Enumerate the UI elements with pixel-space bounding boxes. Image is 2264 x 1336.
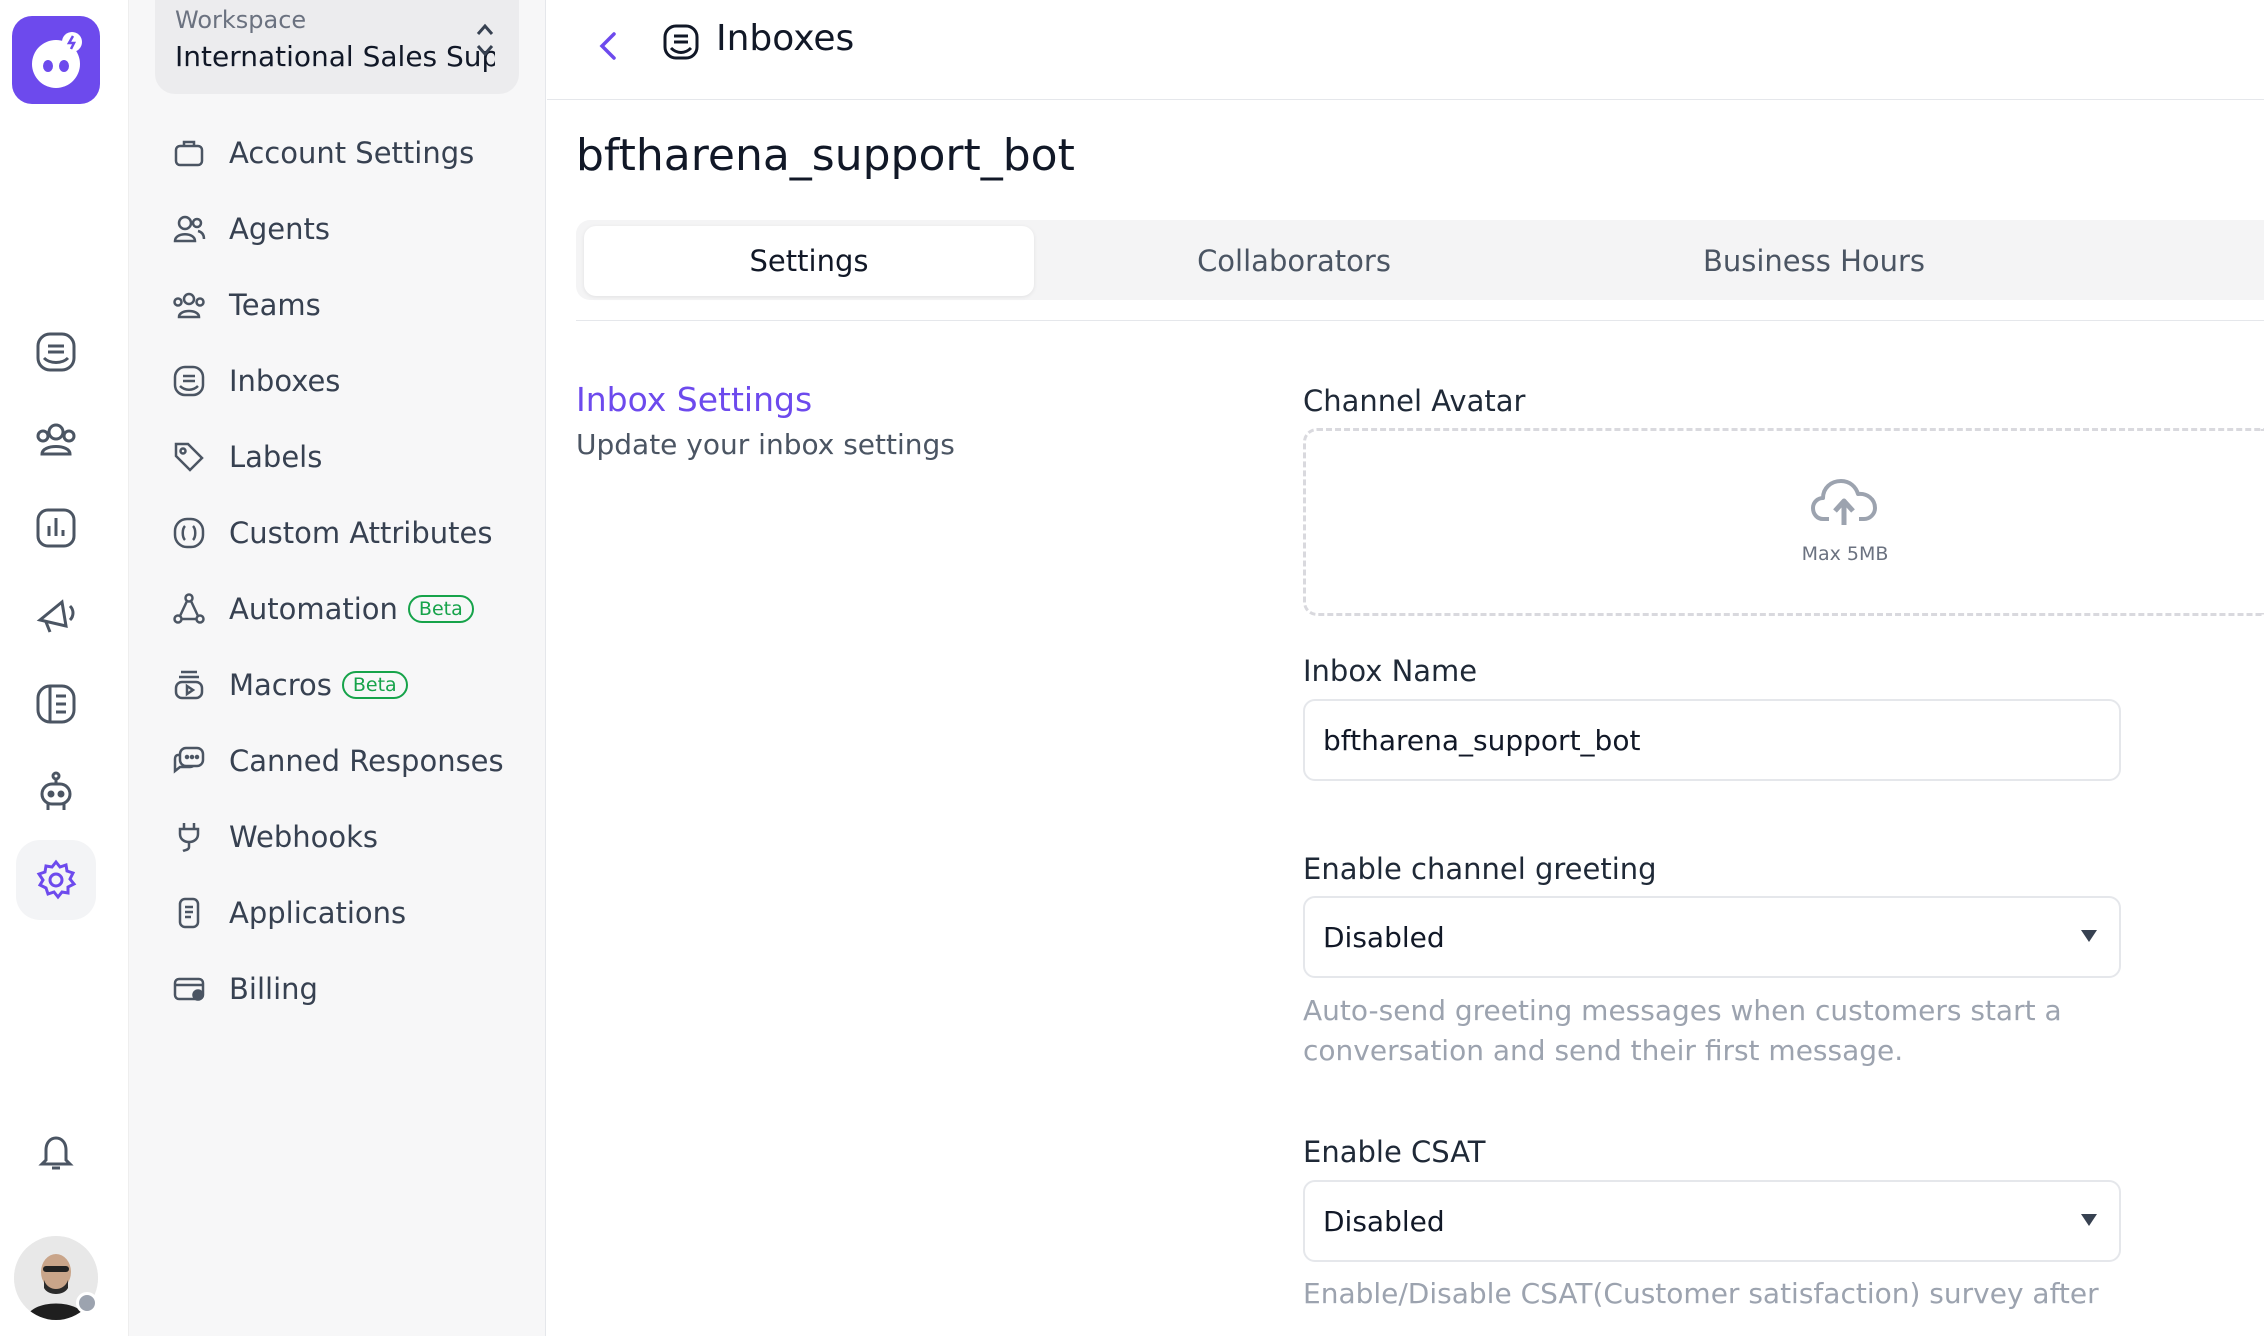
tab-business-hours[interactable]: Business Hours (1554, 226, 2074, 296)
beta-badge: Beta (407, 595, 474, 623)
section-title: Inbox Settings (576, 380, 813, 419)
sidebar-item-label: Labels (229, 440, 323, 474)
sidebar-item-macros[interactable]: Macros Beta (155, 652, 519, 718)
avatar-upload-dropzone[interactable]: Max 5MB (1303, 428, 2264, 616)
sidebar-item-label: Canned Responses (229, 744, 504, 778)
notification-bell-icon[interactable] (16, 1112, 96, 1192)
people-icon (173, 215, 206, 243)
sidebar-item-label: Inboxes (229, 364, 341, 398)
tab-bar: Settings Collaborators Business Hours (576, 220, 2264, 300)
channel-greeting-select[interactable]: Disabled (1303, 896, 2121, 978)
bot-icon[interactable] (16, 752, 96, 832)
chat-bubbles-icon (173, 746, 205, 774)
sidebar-item-label: Teams (229, 288, 321, 322)
phone-app-icon (178, 897, 200, 929)
header-title: Inboxes (716, 18, 855, 59)
attribute-icon (173, 517, 205, 549)
conversations-icon[interactable] (16, 312, 96, 392)
sidebar-item-label: Webhooks (229, 820, 378, 854)
wallet-icon (173, 977, 205, 1001)
sidebar-item-labels[interactable]: Labels (155, 424, 519, 490)
dropdown-caret-icon (2081, 1214, 2097, 1226)
tag-icon (174, 442, 204, 472)
sidebar-item-label: Agents (229, 212, 330, 246)
sidebar-item-label: Applications (229, 896, 407, 930)
csat-label: Enable CSAT (1303, 1135, 1486, 1169)
sidebar-item-label: Macros (229, 668, 332, 702)
inbox-name-input[interactable]: bftharena_support_bot (1303, 699, 2121, 781)
reports-icon[interactable] (16, 488, 96, 568)
briefcase-icon (174, 140, 204, 167)
dropdown-caret-icon (2081, 930, 2097, 942)
page-title: bftharena_support_bot (576, 130, 1075, 181)
switch-arrows-icon[interactable] (473, 20, 497, 60)
workspace-switcher[interactable]: Workspace International Sales Sup... (155, 0, 519, 94)
tab-settings[interactable]: Settings (584, 226, 1034, 296)
sidebar-item-label: Custom Attributes (229, 516, 493, 550)
presence-status-dot (76, 1292, 98, 1314)
channel-avatar-label: Channel Avatar (1303, 384, 1526, 418)
app-logo-icon[interactable] (12, 16, 100, 104)
plug-icon (178, 823, 200, 853)
contacts-icon[interactable] (16, 400, 96, 480)
page-header: Inboxes (547, 0, 2264, 100)
sidebar-item-agents[interactable]: Agents (155, 196, 519, 262)
sidebar-item-label: Automation (229, 592, 398, 626)
csat-select[interactable]: Disabled (1303, 1180, 2121, 1262)
sidebar-item-automation[interactable]: Automation Beta (155, 576, 519, 642)
inbox-icon (663, 24, 699, 60)
tabs-divider (576, 320, 2264, 321)
cloud-upload-icon (1811, 479, 1877, 525)
sidebar-item-account-settings[interactable]: Account Settings (155, 120, 519, 186)
sidebar-item-teams[interactable]: Teams (155, 272, 519, 338)
channel-greeting-help: Auto-send greeting messages when custome… (1303, 994, 2062, 1067)
automation-icon (173, 593, 205, 624)
chevron-left-icon[interactable] (587, 24, 631, 68)
csat-value: Disabled (1323, 1204, 1445, 1238)
csat-help: Enable/Disable CSAT(Customer satisfactio… (1303, 1277, 2099, 1310)
sidebar-item-applications[interactable]: Applications (155, 880, 519, 946)
sidebar-item-label: Billing (229, 972, 318, 1006)
sidebar-item-canned-responses[interactable]: Canned Responses (155, 728, 519, 794)
section-description: Update your inbox settings (576, 428, 955, 461)
channel-greeting-label: Enable channel greeting (1303, 852, 1657, 886)
sidebar-item-inboxes[interactable]: Inboxes (155, 348, 519, 414)
channel-greeting-value: Disabled (1323, 920, 1445, 954)
help-center-icon[interactable] (16, 664, 96, 744)
sidebar-item-custom-attributes[interactable]: Custom Attributes (155, 500, 519, 566)
primary-rail (0, 0, 128, 1336)
campaigns-icon[interactable] (16, 576, 96, 656)
sidebar-item-label: Account Settings (229, 136, 475, 170)
inbox-icon (173, 365, 205, 397)
settings-icon[interactable] (16, 840, 96, 920)
main-panel: Inboxes bftharena_support_bot Settings C… (547, 0, 2264, 1336)
settings-sidebar: Workspace International Sales Sup... Acc… (128, 0, 546, 1336)
macro-icon (174, 670, 204, 700)
workspace-name: International Sales Sup... (175, 40, 495, 73)
sidebar-item-billing[interactable]: Billing (155, 956, 519, 1022)
sidebar-item-webhooks[interactable]: Webhooks (155, 804, 519, 870)
inbox-name-label: Inbox Name (1303, 654, 1478, 688)
workspace-label: Workspace (175, 6, 307, 34)
beta-badge: Beta (341, 671, 408, 699)
avatar-size-hint: Max 5MB (1801, 543, 1889, 565)
tab-collaborators[interactable]: Collaborators (1034, 226, 1554, 296)
team-icon (173, 292, 205, 319)
